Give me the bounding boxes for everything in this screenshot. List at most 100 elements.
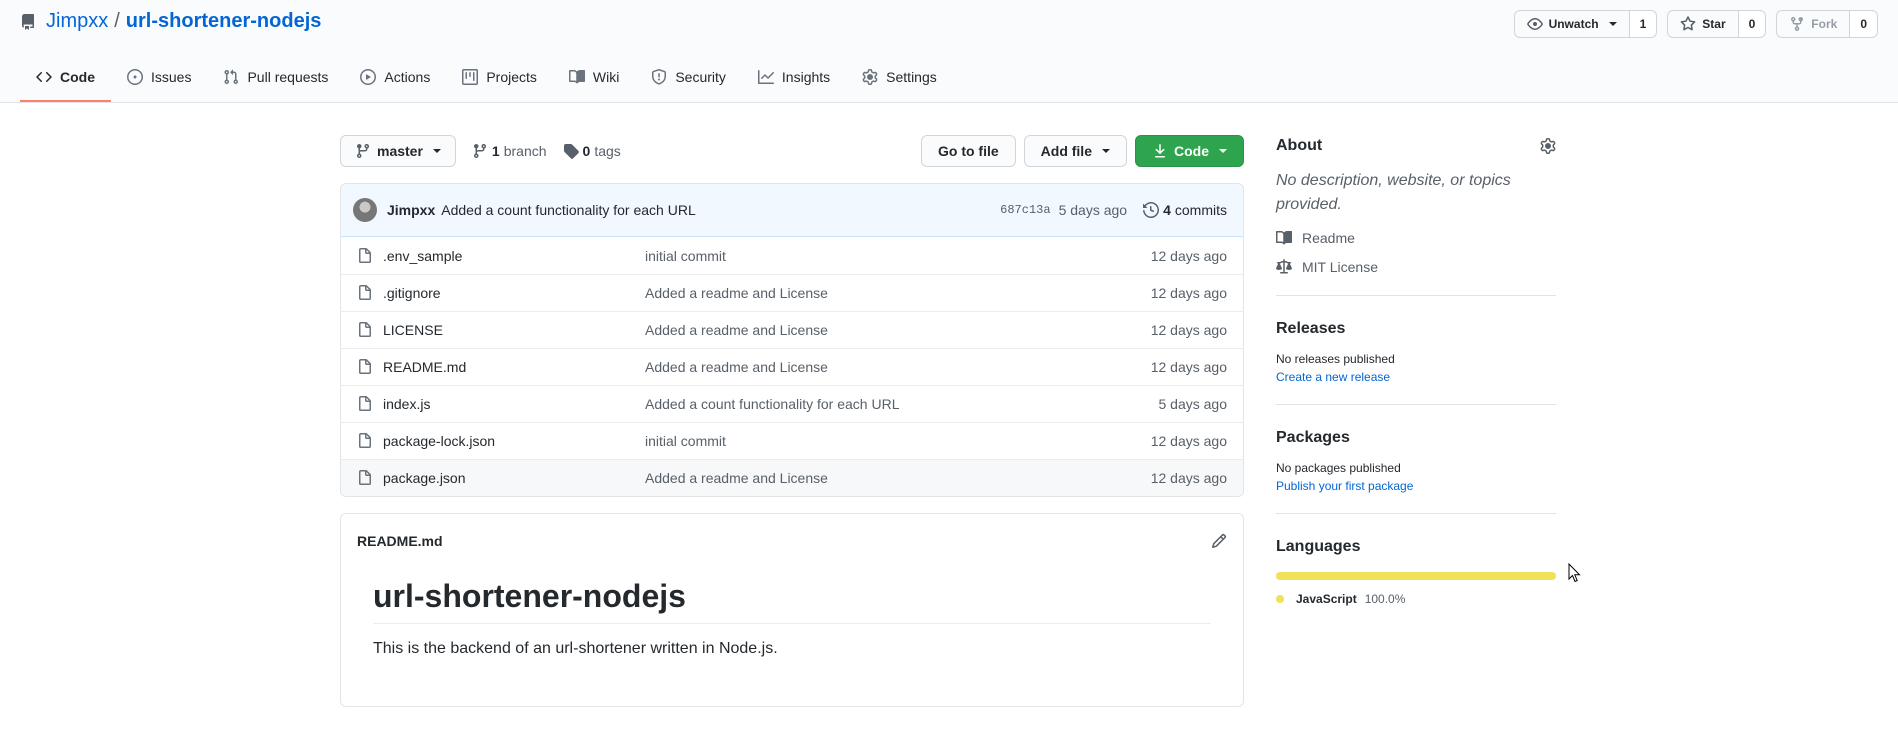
- readme-link[interactable]: Readme: [1276, 230, 1556, 246]
- readme-paragraph: This is the backend of an url-shortener …: [373, 640, 778, 657]
- releases-title[interactable]: Releases: [1276, 320, 1556, 338]
- branch-select-button[interactable]: master: [340, 135, 456, 167]
- file-icon: [359, 322, 371, 337]
- commit-sha-link[interactable]: 687c13a: [1000, 203, 1050, 217]
- file-icon: [359, 359, 371, 374]
- project-icon: [462, 69, 479, 85]
- publish-package-link[interactable]: Publish your first package: [1276, 479, 1556, 493]
- about-title: About: [1276, 137, 1323, 154]
- repo-content: master 1 branch 0 tags Go to file Add fi…: [340, 135, 1244, 707]
- file-age: 12 days ago: [1150, 322, 1227, 338]
- file-name-link[interactable]: index.js: [383, 396, 645, 412]
- go-to-file-button[interactable]: Go to file: [920, 135, 1016, 167]
- fork-icon: [1791, 17, 1804, 32]
- readme-filename-link[interactable]: README.md: [357, 533, 443, 549]
- file-commit-message-link[interactable]: initial commit: [645, 433, 1151, 449]
- add-file-button[interactable]: Add file: [1023, 135, 1127, 167]
- file-row: index.js Added a count functionality for…: [341, 385, 1243, 422]
- pull-request-icon: [224, 69, 239, 85]
- file-commit-message-link[interactable]: Added a count functionality for each URL: [645, 396, 1159, 412]
- tags-link[interactable]: 0 tags: [563, 143, 621, 159]
- chevron-down-icon: [1219, 149, 1227, 153]
- pencil-icon[interactable]: [1211, 533, 1227, 549]
- license-link-label: MIT License: [1302, 259, 1378, 275]
- tab-issues[interactable]: Issues: [111, 54, 207, 102]
- tab-actions[interactable]: Actions: [344, 54, 446, 102]
- star-label: Star: [1702, 17, 1726, 31]
- create-release-link[interactable]: Create a new release: [1276, 370, 1556, 384]
- unwatch-button[interactable]: Unwatch: [1513, 10, 1630, 38]
- file-age: 12 days ago: [1150, 470, 1227, 486]
- repo-sidebar: About No description, website, or topics…: [1276, 137, 1556, 606]
- file-commit-message-link[interactable]: Added a readme and License: [645, 285, 1151, 301]
- watch-group: Unwatch 1: [1513, 10, 1658, 38]
- file-commit-message-link[interactable]: Added a readme and License: [645, 359, 1151, 375]
- tab-wiki[interactable]: Wiki: [553, 54, 635, 102]
- file-age: 12 days ago: [1150, 247, 1227, 264]
- tab-code-label: Code: [60, 69, 95, 85]
- star-group: Star 0: [1667, 10, 1767, 38]
- file-name-link[interactable]: README.md: [383, 359, 645, 375]
- tab-insights[interactable]: Insights: [742, 54, 846, 102]
- file-age: 12 days ago: [1150, 433, 1227, 449]
- repo-owner-link[interactable]: Jimpxx: [46, 10, 108, 33]
- file-commit-message-link[interactable]: Added a readme and License: [645, 322, 1151, 338]
- file-row: package-lock.json initial commit 12 days…: [341, 422, 1243, 459]
- about-section: About No description, website, or topics…: [1276, 137, 1556, 296]
- file-icon: [359, 285, 371, 300]
- readme-box: README.md url-shortener-nodejs This is t…: [340, 513, 1244, 707]
- languages-title: Languages: [1276, 538, 1361, 555]
- repo-header: Jimpxx / url-shortener-nodejs Unwatch 1 …: [0, 0, 1898, 103]
- file-name-link[interactable]: package-lock.json: [383, 433, 645, 449]
- tab-security[interactable]: Security: [635, 54, 742, 102]
- code-download-button[interactable]: Code: [1135, 135, 1244, 167]
- star-icon: [1680, 16, 1696, 31]
- tab-wiki-label: Wiki: [592, 69, 620, 85]
- unwatch-label: Unwatch: [1548, 17, 1599, 31]
- tab-projects[interactable]: Projects: [446, 54, 553, 102]
- commit-count-label: commits: [1174, 202, 1227, 218]
- commits-history-link[interactable]: 4 commits: [1143, 202, 1227, 218]
- gear-icon: [862, 69, 878, 85]
- book-icon: [1276, 230, 1292, 245]
- tab-code[interactable]: Code: [20, 54, 111, 102]
- fork-group: Fork 0: [1776, 10, 1878, 38]
- packages-title[interactable]: Packages: [1276, 429, 1556, 447]
- fork-button[interactable]: Fork: [1776, 10, 1851, 38]
- packages-empty-text: No packages published: [1276, 461, 1401, 475]
- file-name-link[interactable]: .env_sample: [383, 248, 645, 264]
- repo-title: Jimpxx / url-shortener-nodejs: [20, 10, 321, 33]
- tab-settings[interactable]: Settings: [846, 54, 953, 102]
- branch-name: master: [377, 143, 423, 159]
- watch-count[interactable]: 1: [1629, 10, 1658, 38]
- fork-count[interactable]: 0: [1850, 10, 1878, 38]
- tab-security-label: Security: [675, 69, 726, 85]
- file-name-link[interactable]: package.json: [383, 470, 645, 486]
- avatar[interactable]: [353, 198, 377, 222]
- star-button[interactable]: Star: [1667, 10, 1739, 38]
- file-commit-message-link[interactable]: Added a readme and License: [645, 470, 1151, 486]
- commit-author-link[interactable]: Jimpxx: [387, 202, 435, 218]
- file-commit-message-link[interactable]: initial commit: [645, 248, 1151, 264]
- releases-empty-text: No releases published: [1276, 352, 1395, 366]
- repo-nav: Code Issues Pull requests Actions Projec…: [20, 54, 953, 102]
- tab-settings-label: Settings: [886, 69, 937, 85]
- file-name-link[interactable]: .gitignore: [383, 285, 645, 301]
- download-icon: [1155, 144, 1165, 158]
- language-item-javascript[interactable]: JavaScript 100.0%: [1276, 592, 1556, 606]
- file-icon: [359, 470, 371, 485]
- file-name-link[interactable]: LICENSE: [383, 322, 645, 338]
- license-link[interactable]: MIT License: [1276, 259, 1556, 275]
- language-color-dot: [1276, 595, 1284, 603]
- file-icon: [359, 396, 371, 411]
- gear-icon[interactable]: [1540, 138, 1556, 154]
- repo-name-link[interactable]: url-shortener-nodejs: [126, 10, 322, 33]
- star-count[interactable]: 0: [1738, 10, 1767, 38]
- releases-section: Releases No releases published Create a …: [1276, 320, 1556, 405]
- branches-link[interactable]: 1 branch: [472, 143, 547, 159]
- languages-section: Languages JavaScript 100.0%: [1276, 538, 1556, 606]
- commit-message-link[interactable]: Added a count functionality for each URL: [441, 202, 696, 218]
- fork-label: Fork: [1811, 17, 1838, 31]
- packages-section: Packages No packages published Publish y…: [1276, 429, 1556, 514]
- tab-pull-requests[interactable]: Pull requests: [207, 54, 344, 102]
